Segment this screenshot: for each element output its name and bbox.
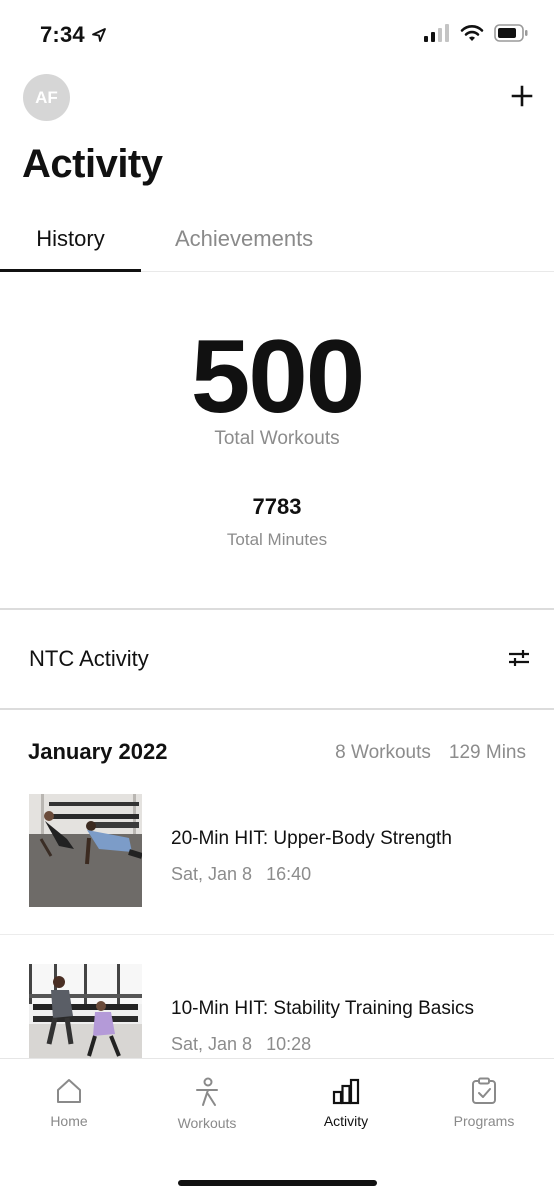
avatar-initials: AF <box>35 87 58 107</box>
nav-programs[interactable]: Programs <box>424 1077 544 1129</box>
workout-date: Sat, Jan 8 10:28 <box>171 1034 311 1055</box>
workout-day: Sat, Jan 8 <box>171 864 253 884</box>
home-icon <box>57 1079 81 1103</box>
total-minutes-label: Total Minutes <box>226 530 328 549</box>
clipboard-check-icon <box>472 1077 496 1104</box>
workout-time: 10:28 <box>266 1034 312 1054</box>
battery-icon <box>494 24 528 42</box>
nav-workouts[interactable]: Workouts <box>147 1077 267 1131</box>
filter-icon[interactable] <box>508 647 530 669</box>
runner-icon <box>196 1077 218 1106</box>
workout-day: Sat, Jan 8 <box>171 1034 253 1054</box>
workout-list-item[interactable]: 20-Min HIT: Upper-Body Strength Sat, Jan… <box>0 794 554 934</box>
workout-date: Sat, Jan 8 16:40 <box>171 864 311 885</box>
total-workouts-label: Total Workouts <box>214 428 340 449</box>
add-icon[interactable] <box>510 84 534 108</box>
month-workout-count: 8 Workouts <box>335 742 431 763</box>
location-arrow-icon <box>91 28 106 42</box>
status-icons <box>424 24 528 42</box>
month-title: January 2022 <box>28 739 168 764</box>
nav-activity-label: Activity <box>323 1113 369 1129</box>
clock-text: 7:34 <box>40 22 85 47</box>
cellular-signal-icon <box>424 24 449 42</box>
nav-home[interactable]: Home <box>9 1077 129 1129</box>
nav-activity[interactable]: Activity <box>286 1077 406 1129</box>
page-title: Activity <box>22 142 163 186</box>
bottom-tab-bar: Home Workouts Activity Programs <box>0 1058 554 1200</box>
tab-achievements[interactable]: Achievements <box>175 226 313 252</box>
workout-title: 20-Min HIT: Upper-Body Strength <box>171 828 452 849</box>
workout-title: 10-Min HIT: Stability Training Basics <box>171 998 475 1019</box>
month-minutes: 129 Mins <box>448 742 526 763</box>
status-bar: 7:34 <box>0 0 554 70</box>
workout-thumbnail <box>29 964 142 1058</box>
section-divider <box>0 708 554 710</box>
home-indicator <box>178 1180 377 1186</box>
workout-thumbnail <box>29 794 142 907</box>
section-title: NTC Activity <box>29 646 149 671</box>
bar-chart-icon <box>332 1078 360 1105</box>
tab-bar-top: History Achievements <box>0 212 554 272</box>
total-minutes-value: 7783 <box>252 494 302 519</box>
wifi-icon <box>460 25 484 41</box>
section-divider <box>0 608 554 610</box>
workout-time: 16:40 <box>266 864 312 884</box>
tab-history[interactable]: History <box>0 226 141 272</box>
month-summary: 8 Workouts 129 Mins <box>335 742 526 764</box>
total-workouts-value: 500 <box>190 319 366 435</box>
nav-programs-label: Programs <box>453 1113 515 1129</box>
status-time: 7:34 <box>40 22 107 48</box>
avatar[interactable]: AF <box>23 74 70 121</box>
row-separator <box>0 934 554 935</box>
screen: 7:34 AF Activity History Achievements 50… <box>0 0 554 1200</box>
nav-workouts-label: Workouts <box>177 1115 237 1131</box>
nav-home-label: Home <box>50 1113 88 1129</box>
